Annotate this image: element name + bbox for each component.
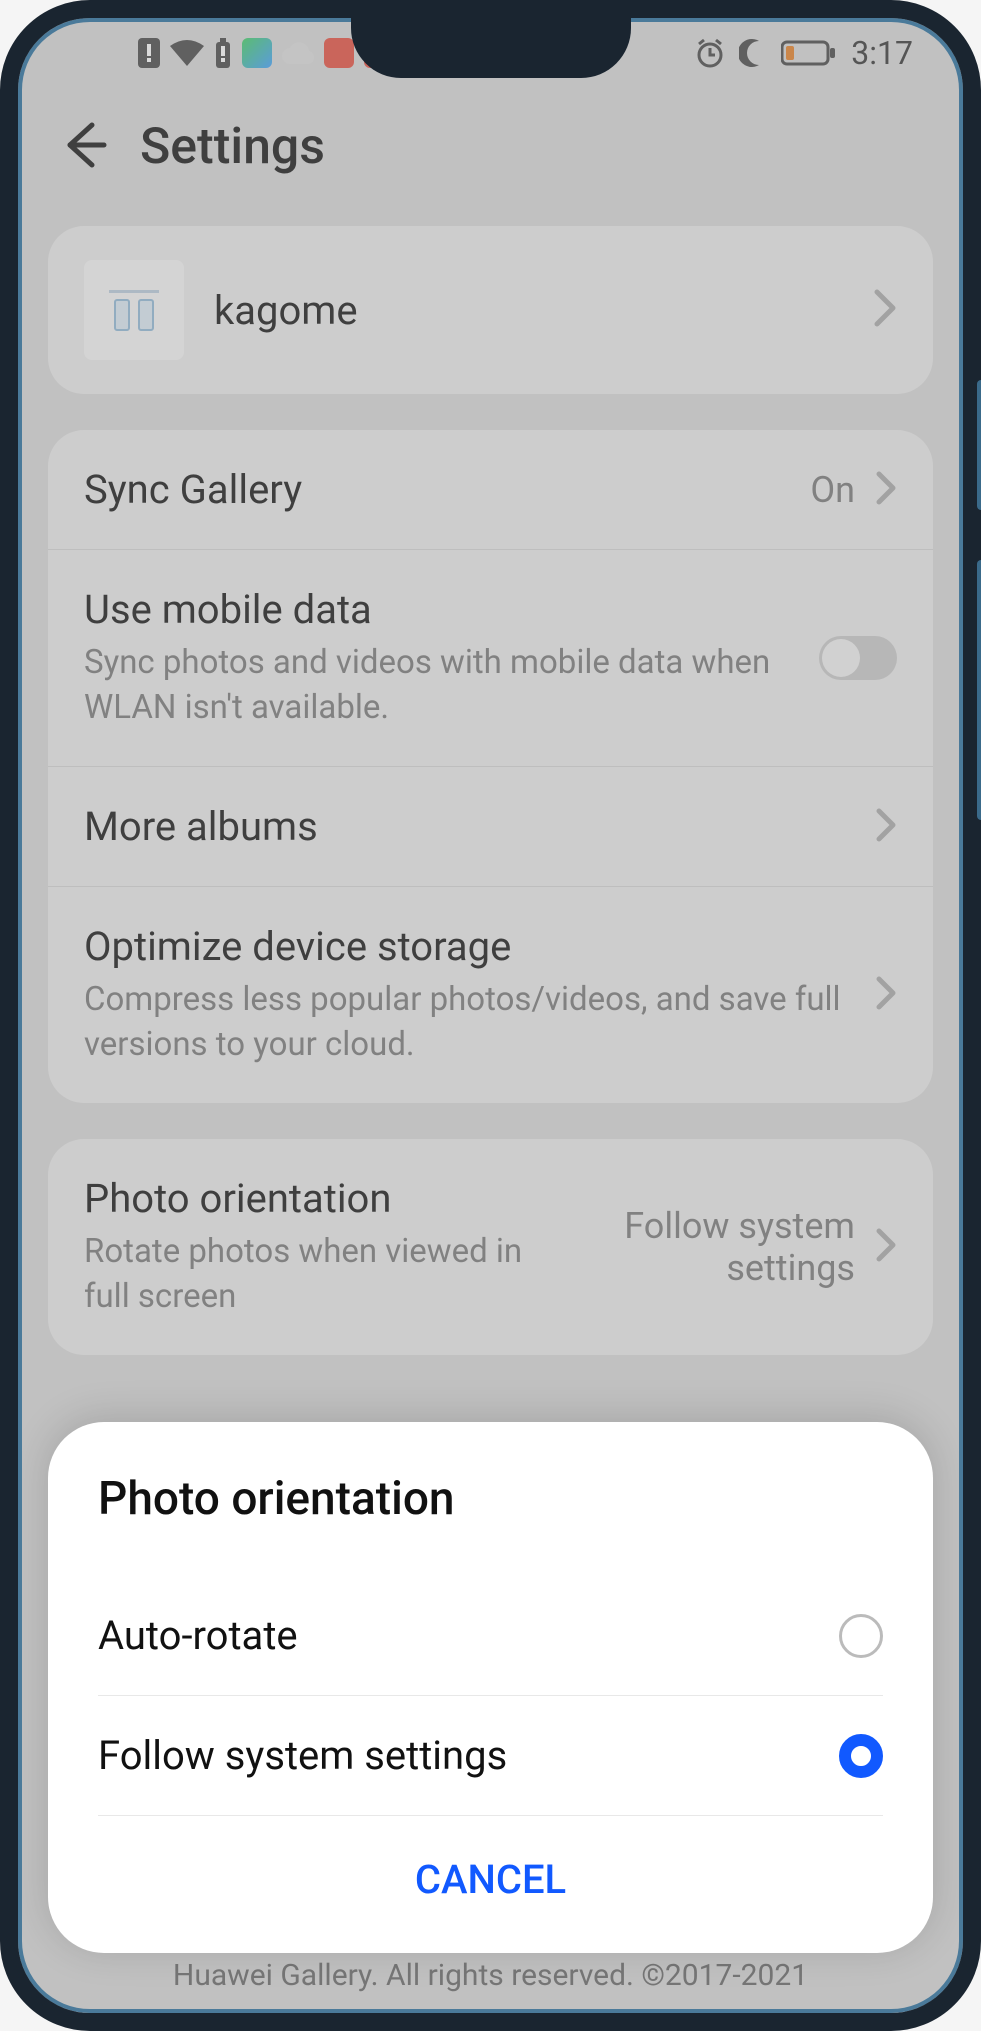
- chevron-right-icon: [873, 288, 897, 332]
- app-icon: [324, 38, 354, 68]
- row-value: On: [810, 469, 855, 511]
- more-albums-row[interactable]: More albums: [48, 766, 933, 886]
- row-title: More albums: [84, 803, 855, 850]
- chevron-right-icon: [875, 470, 897, 510]
- content: kagome Sync Gallery On Use mobile data S…: [18, 226, 963, 1355]
- row-title: Optimize device storage: [84, 923, 855, 970]
- mobile-data-row[interactable]: Use mobile data Sync photos and videos w…: [48, 549, 933, 766]
- option-label: Follow system settings: [98, 1732, 507, 1779]
- profile-name: kagome: [214, 287, 843, 334]
- back-icon[interactable]: [58, 119, 110, 175]
- chevron-right-icon: [875, 975, 897, 1015]
- radio-unselected-icon: [839, 1614, 883, 1658]
- page-title: Settings: [140, 118, 325, 176]
- chevron-right-icon: [875, 1227, 897, 1267]
- photo-orientation-sheet: Photo orientation Auto-rotate Follow sys…: [48, 1422, 933, 1953]
- chevron-right-icon: [875, 807, 897, 847]
- side-button: [977, 560, 981, 820]
- profile-card: kagome: [48, 226, 933, 394]
- row-title: Sync Gallery: [84, 466, 790, 513]
- radio-selected-icon: [839, 1734, 883, 1778]
- row-value: Follow system settings: [595, 1205, 855, 1289]
- sheet-title: Photo orientation: [98, 1472, 883, 1526]
- page-header: Settings: [18, 88, 963, 226]
- battery-alert-icon: [214, 38, 232, 68]
- option-follow-system[interactable]: Follow system settings: [98, 1696, 883, 1816]
- status-right: 3:17: [695, 34, 913, 72]
- screen: 3:17 Settings kagome Sync Gallery: [18, 18, 963, 2013]
- orientation-card: Photo orientation Rotate photos when vie…: [48, 1139, 933, 1355]
- battery-low-icon: [781, 39, 837, 67]
- cancel-button[interactable]: CANCEL: [98, 1816, 883, 1933]
- row-subtitle: Rotate photos when viewed in full screen: [84, 1230, 575, 1319]
- alarm-icon: [695, 38, 725, 68]
- mobile-data-toggle[interactable]: [819, 636, 897, 680]
- option-auto-rotate[interactable]: Auto-rotate: [98, 1576, 883, 1696]
- row-title: Use mobile data: [84, 586, 799, 633]
- phone-notch: [351, 18, 631, 78]
- cloud-icon: [282, 42, 314, 64]
- app-icon: [242, 38, 272, 68]
- optimize-storage-row[interactable]: Optimize device storage Compress less po…: [48, 886, 933, 1103]
- footer-copyright: Huawei Gallery. All rights reserved. ©20…: [18, 1958, 963, 1993]
- sync-gallery-row[interactable]: Sync Gallery On: [48, 430, 933, 549]
- photo-orientation-row[interactable]: Photo orientation Rotate photos when vie…: [48, 1139, 933, 1355]
- row-subtitle: Compress less popular photos/videos, and…: [84, 978, 855, 1067]
- wifi-icon: [170, 40, 204, 66]
- profile-thumbnail: [84, 260, 184, 360]
- sim-alert-icon: [138, 38, 160, 68]
- sync-card: Sync Gallery On Use mobile data Sync pho…: [48, 430, 933, 1103]
- status-time: 3:17: [851, 34, 913, 72]
- profile-row[interactable]: kagome: [48, 226, 933, 394]
- moon-icon: [739, 39, 767, 67]
- side-button: [977, 380, 981, 510]
- row-subtitle: Sync photos and videos with mobile data …: [84, 641, 799, 730]
- option-label: Auto-rotate: [98, 1612, 298, 1659]
- row-title: Photo orientation: [84, 1175, 575, 1222]
